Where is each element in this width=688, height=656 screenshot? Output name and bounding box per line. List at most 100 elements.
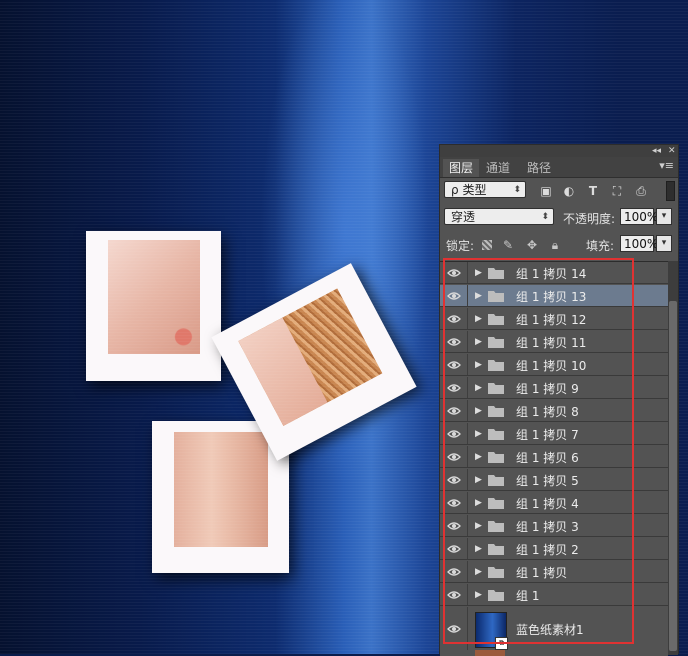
layer-row[interactable]: ▶ 组 1 拷贝 14 [440,262,668,284]
eye-icon[interactable] [447,589,461,601]
expand-arrow-icon[interactable]: ▶ [475,520,482,532]
adjustment-filter-icon[interactable]: ◐ [562,184,576,198]
collapse-icon[interactable]: ◂◂ [652,145,661,157]
layer-name: 组 1 拷贝 7 [516,428,579,442]
lock-pixels-icon[interactable]: ✎ [502,239,514,251]
layer-name: 组 1 拷贝 4 [516,497,579,511]
layer-row[interactable]: ▶ 组 1 拷贝 2 [440,538,668,560]
eye-icon[interactable] [447,497,461,509]
opacity-input[interactable]: 100% [620,208,658,225]
polaroid-photo-neck [152,421,289,573]
eye-icon[interactable] [447,623,461,635]
polaroid-photo-lips [86,231,221,381]
layer-row[interactable]: ▶ 组 1 拷贝 7 [440,423,668,445]
layer-row[interactable]: ▶ 组 1 拷贝 13 [440,285,668,307]
eye-icon[interactable] [447,451,461,463]
expand-arrow-icon[interactable]: ▶ [475,290,482,302]
blend-mode-label: 穿透 [451,210,476,224]
tab-channels[interactable]: 通道 [480,159,516,177]
expand-arrow-icon[interactable]: ▶ [475,359,482,371]
expand-arrow-icon[interactable]: ▶ [475,566,482,578]
expand-arrow-icon[interactable]: ▶ [475,428,482,440]
filter-kind-select[interactable]: ρ 类型 ⬍ [444,181,526,198]
layer-name: 组 1 拷贝 6 [516,451,579,465]
layer-name: 组 1 拷贝 9 [516,382,579,396]
layer-name: 组 1 拷贝 12 [516,313,587,327]
layer-row[interactable]: ▶ 组 1 拷贝 5 [440,469,668,491]
eye-icon[interactable] [447,382,461,394]
expand-arrow-icon[interactable]: ▶ [475,474,482,486]
eye-icon[interactable] [447,543,461,555]
text-filter-icon[interactable]: T [586,184,600,198]
layer-row[interactable]: ▶ 组 1 拷贝 8 [440,400,668,422]
expand-arrow-icon[interactable]: ▶ [475,382,482,394]
panel-menu-icon[interactable]: ▾≡ [659,159,674,172]
layer-name: 组 1 拷贝 2 [516,543,579,557]
chevron-updown-icon: ⬍ [513,185,521,195]
lock-position-icon[interactable]: ✥ [526,239,538,251]
lock-transparency-icon[interactable] [482,240,492,250]
panel-tabbar: 图层 通道 路径 ▾≡ [440,157,678,178]
folder-icon [488,543,504,555]
layer-row[interactable]: ▶ 组 1 [440,584,668,606]
expand-arrow-icon[interactable]: ▶ [475,267,482,279]
eye-icon[interactable] [447,313,461,325]
eye-icon[interactable] [447,474,461,486]
layer-row[interactable]: ▶ 组 1 拷贝 [440,561,668,583]
close-icon[interactable]: ✕ [668,145,676,157]
eye-icon[interactable] [447,336,461,348]
layer-row-image[interactable]: ⧉ 蓝色纸素材1 [440,607,668,651]
expand-arrow-icon[interactable]: ▶ [475,313,482,325]
filter-toggle-switch[interactable] [666,181,675,201]
fill-input[interactable]: 100% [620,235,658,252]
eye-icon[interactable] [447,359,461,371]
eye-icon[interactable] [447,566,461,578]
image-filter-icon[interactable]: ▣ [539,184,553,198]
eye-icon[interactable] [447,405,461,417]
divider [467,515,468,536]
expand-arrow-icon[interactable]: ▶ [475,336,482,348]
expand-arrow-icon[interactable]: ▶ [475,405,482,417]
folder-icon [488,290,504,302]
layer-row[interactable]: ▶ 组 1 拷贝 11 [440,331,668,353]
tab-layers[interactable]: 图层 [443,159,480,177]
layers-scrollbar[interactable] [668,261,678,655]
divider [467,354,468,375]
tab-paths[interactable]: 路径 [521,159,557,177]
photo-image [174,432,268,547]
eye-icon[interactable] [447,267,461,279]
folder-icon [488,267,504,279]
expand-arrow-icon[interactable]: ▶ [475,451,482,463]
layer-row[interactable]: ▶ 组 1 拷贝 3 [440,515,668,537]
divider [467,538,468,559]
divider [467,400,468,421]
eye-icon[interactable] [447,428,461,440]
shape-filter-icon[interactable]: ⛶ [610,184,624,198]
divider [467,446,468,467]
layer-row[interactable]: ▶ 组 1 拷贝 12 [440,308,668,330]
layer-name: 组 1 拷贝 8 [516,405,579,419]
folder-icon [488,405,504,417]
layer-name: 组 1 拷贝 [516,566,568,580]
blend-mode-select[interactable]: 穿透 ⬍ [444,208,554,225]
layer-name: 组 1 拷贝 10 [516,359,587,373]
eye-icon[interactable] [447,290,461,302]
expand-arrow-icon[interactable]: ▶ [475,589,482,601]
eye-icon[interactable] [447,520,461,532]
lock-all-icon[interactable]: 🔒︎ [549,239,561,251]
fill-dropdown-button[interactable]: ▾ [656,235,672,252]
layer-row[interactable]: ▶ 组 1 拷贝 4 [440,492,668,514]
folder-icon [488,566,504,578]
divider [467,423,468,444]
layers-panel: ◂◂ ✕ 图层 通道 路径 ▾≡ ρ 类型 ⬍ ▣ ◐ T ⛶ ⎙ 穿透 ⬍ 不… [439,144,679,656]
folder-icon [488,336,504,348]
layer-row[interactable]: ▶ 组 1 拷贝 10 [440,354,668,376]
layer-row[interactable]: ▶ 组 1 拷贝 9 [440,377,668,399]
layer-row[interactable]: ▶ 组 1 拷贝 6 [440,446,668,468]
expand-arrow-icon[interactable]: ▶ [475,543,482,555]
opacity-dropdown-button[interactable]: ▾ [656,208,672,225]
smart-object-filter-icon[interactable]: ⎙ [634,184,648,198]
filter-kind-label: 类型 [462,183,487,197]
scroll-thumb[interactable] [669,301,677,651]
expand-arrow-icon[interactable]: ▶ [475,497,482,509]
